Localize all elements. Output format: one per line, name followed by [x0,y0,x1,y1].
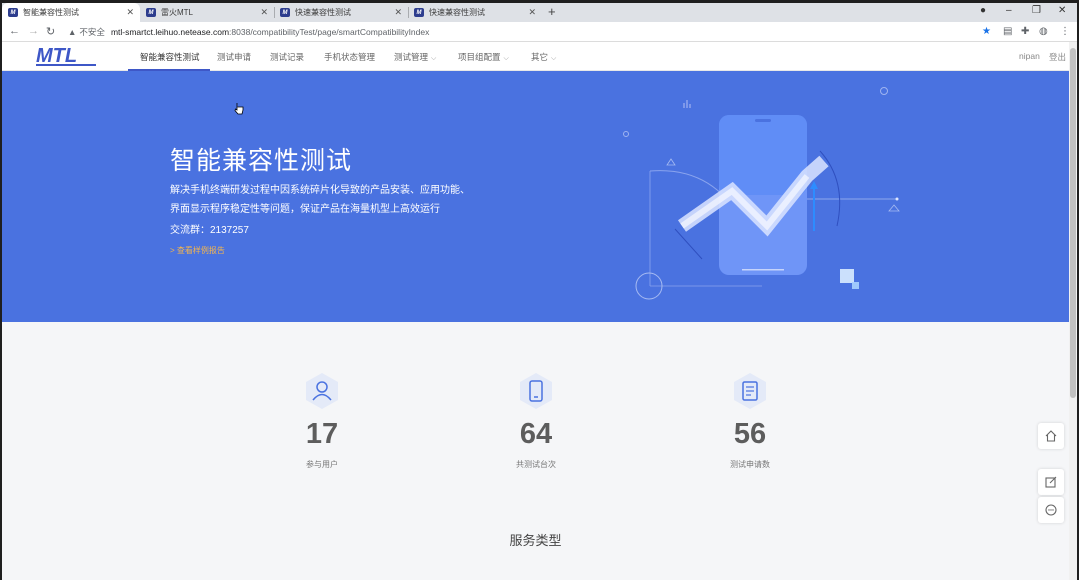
close-tab-icon[interactable]: ✕ [126,7,134,18]
stat-users: 17 参与用户 [262,372,382,470]
reload-icon[interactable]: ↻ [46,25,55,38]
back-arrow-icon[interactable]: ← [9,25,20,37]
mtl-favicon-icon: M [280,8,290,17]
url-path: :8038/compatibilityTest/page/smartCompat… [229,27,430,37]
tab-title: 快速兼容性测试 [429,8,485,17]
chevron-down-icon: ⌵ [503,55,509,62]
close-tab-icon[interactable]: ✕ [394,7,402,18]
profile-icon[interactable]: ● [980,5,986,16]
maximize-button[interactable]: ❐ [1032,5,1041,16]
stat-test-runs: 64 共测试台次 [476,372,596,470]
chevron-down-icon: ⌵ [551,55,557,62]
mtl-favicon-icon: M [146,8,156,17]
new-tab-button[interactable]: + [548,4,556,19]
browser-window: M 智能兼容性测试 ✕ M 雷火MTL ✕ M 快速兼容性测试 ✕ M 快速兼容… [0,0,1079,580]
extension-2-icon[interactable]: ◍ [1039,26,1048,37]
bookmark-star-icon[interactable]: ★ [982,26,991,37]
nav-item-test-records[interactable]: 测试记录 [270,51,304,63]
services-heading: 服务类型 [509,533,562,548]
home-button[interactable] [1038,423,1064,449]
tab-quick-compat-2[interactable]: M 快速兼容性测试 ✕ [408,3,542,22]
mtl-favicon-icon: M [8,8,18,17]
document-icon [732,372,768,410]
close-tab-icon[interactable]: ✕ [528,7,536,18]
scrollbar-thumb[interactable] [1070,48,1076,398]
close-window-button[interactable]: ✕ [1058,5,1066,16]
message-button[interactable] [1038,497,1064,523]
stat-label: 参与用户 [306,460,338,469]
stats-section: 17 参与用户 64 共测试台次 56 测试申请数 服务类型 [2,322,1069,580]
tab-title: 快速兼容性测试 [295,8,351,17]
nav-item-test-apply[interactable]: 测试申请 [217,51,251,63]
puzzle-icon[interactable]: ✚ [1021,26,1029,37]
nav-item-test-manage[interactable]: 测试管理 ⌵ [394,51,436,63]
hero-description: 解决手机终端研发过程中因系统碎片化导致的产品安装、应用功能、 界面显示程序稳定性… [170,185,470,215]
phone-icon [518,372,554,410]
feedback-button[interactable] [1038,469,1064,495]
minimize-button[interactable]: – [1006,5,1012,16]
nav-item-smart-compat[interactable]: 智能兼容性测试 [140,51,200,63]
warning-icon: ▲ [68,27,77,37]
url-field[interactable]: ▲ 不安全 mtl-smartct.leihuo.netease.com:8038/… [68,26,429,38]
tab-leihuo-mtl[interactable]: M 雷火MTL ✕ [140,3,275,22]
stat-label: 测试申请数 [730,460,770,469]
chat-group-number: 交流群：2137257 [170,225,249,236]
extension-icon[interactable]: ▤ [1003,26,1012,37]
tab-smart-compat[interactable]: M 智能兼容性测试 ✕ [2,3,140,22]
stat-value: 17 [305,418,339,450]
tab-title: 智能兼容性测试 [23,8,79,17]
username[interactable]: nipan [1019,51,1040,61]
stat-applications: 56 测试申请数 [690,372,810,470]
tab-title: 雷火MTL [161,8,193,17]
stat-value: 56 [733,418,767,450]
tab-strip: M 智能兼容性测试 ✕ M 雷火MTL ✕ M 快速兼容性测试 ✕ M 快速兼容… [2,3,1077,22]
tab-quick-compat-1[interactable]: M 快速兼容性测试 ✕ [274,3,409,22]
close-tab-icon[interactable]: ✕ [260,7,268,18]
stat-label: 共测试台次 [516,460,556,469]
phone-growth-illustration [623,87,900,300]
edit-icon [1045,476,1057,488]
menu-kebab-icon[interactable]: ⋮ [1060,26,1070,37]
hero-banner: 智能兼容性测试 解决手机终端研发过程中因系统碎片化导致的产品安装、应用功能、 界… [2,71,1069,322]
home-icon [1045,430,1057,442]
top-navbar: MTL 智能兼容性测试 测试申请 测试记录 手机状态管理 测试管理 ⌵ 项目组配置… [2,42,1069,71]
message-icon [1045,504,1057,516]
hero-title: 智能兼容性测试 [170,147,353,175]
logout-link[interactable]: 登出 [1049,51,1066,63]
user-icon [304,372,340,410]
nav-item-other[interactable]: 其它 ⌵ [531,51,556,63]
page-viewport: MTL 智能兼容性测试 测试申请 测试记录 手机状态管理 测试管理 ⌵ 项目组配置… [2,42,1069,580]
vertical-scrollbar[interactable] [1069,42,1077,580]
stat-value: 64 [519,418,553,450]
insecure-label: 不安全 [79,27,105,37]
address-bar: ← → ↻ ▲ 不安全 mtl-smartct.leihuo.netease.com… [2,22,1077,42]
nav-item-phone-status[interactable]: 手机状态管理 [324,51,375,63]
chevron-down-icon: ⌵ [431,55,437,62]
url-host: mtl-smartct.leihuo.netease.com [110,27,230,37]
nav-item-project-config[interactable]: 项目组配置 ⌵ [458,51,509,63]
mtl-favicon-icon: M [414,8,424,17]
forward-arrow-icon[interactable]: → [28,25,39,37]
sample-report-link[interactable]: > 查看样例报告 [170,245,225,256]
mouse-pointer-icon [234,103,244,115]
